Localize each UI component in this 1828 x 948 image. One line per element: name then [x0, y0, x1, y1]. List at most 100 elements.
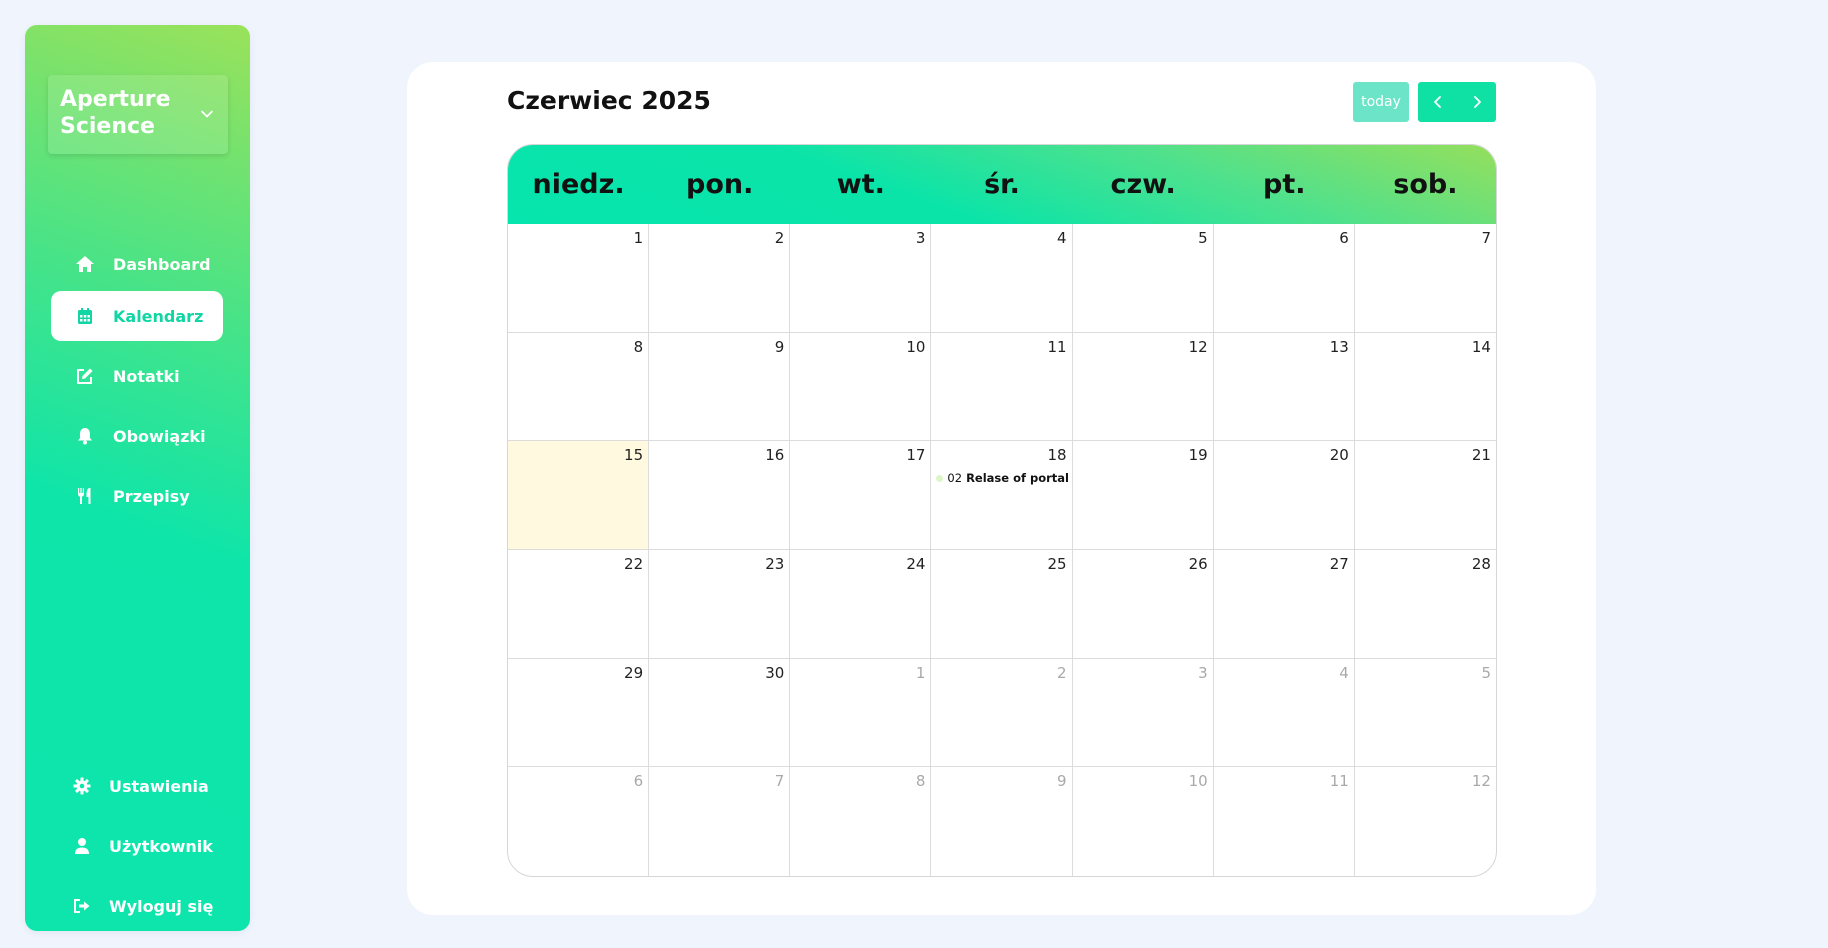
calendar-day-cell[interactable]: 18 02Relase of portal 3 [931, 441, 1073, 550]
sidebar-item-przepisy[interactable]: Przepisy [51, 471, 223, 521]
sidebar-item-dashboard[interactable]: Dashboard [51, 239, 223, 289]
day-number: 17 [906, 446, 926, 465]
calendar-day-cell[interactable]: 27 [1213, 549, 1355, 659]
calendar-day-cell[interactable]: 15 [508, 441, 650, 550]
day-number: 19 [1188, 446, 1208, 465]
day-number: 14 [1471, 337, 1491, 356]
day-number: 8 [633, 337, 644, 356]
calendar-day-cell[interactable]: 5 [1354, 659, 1496, 768]
calendar-day-cell[interactable]: 10 [790, 332, 932, 442]
calendar-day-cell[interactable]: 19 [1072, 441, 1214, 550]
calendar-day-cell[interactable]: 11 [1214, 767, 1355, 876]
calendar-day-cell[interactable]: 7 [649, 767, 791, 876]
event-title: Relase of portal 3 [966, 471, 1069, 486]
day-number: 27 [1329, 554, 1349, 573]
calendar-card: Czerwiec 2025 today niedz. pon. wt. śr. … [407, 62, 1596, 915]
day-number: 16 [765, 446, 785, 465]
calendar-day-cell[interactable]: 30 [649, 658, 791, 768]
sidebar-item-uzytkownik[interactable]: Użytkownik [51, 821, 223, 871]
day-number: 28 [1471, 554, 1491, 573]
day-number: 20 [1329, 446, 1349, 465]
calendar-day-cell[interactable]: 20 [1213, 441, 1355, 550]
calendar-day-cell[interactable]: 11 [931, 332, 1073, 442]
day-number: 22 [624, 554, 644, 573]
calendar-event[interactable]: 02Relase of portal 3 [936, 471, 1069, 486]
calendar-day-cell[interactable]: 28 [1354, 550, 1496, 659]
sidebar-item-ustawienia[interactable]: Ustawienia [51, 761, 223, 811]
calendar-day-cell[interactable]: 3 [790, 224, 932, 333]
calendar-day-cell[interactable]: 22 [508, 549, 650, 659]
day-number: 6 [1339, 229, 1349, 247]
calendar-day-cell[interactable]: 16 [649, 441, 791, 550]
day-number: 26 [1188, 554, 1208, 573]
calendar-icon [75, 306, 95, 326]
day-number: 8 [915, 772, 926, 791]
calendar-day-cell[interactable]: 29 [508, 658, 650, 768]
sidebar-item-notatki[interactable]: Notatki [51, 351, 223, 401]
day-number: 11 [1329, 772, 1349, 791]
utensils-icon [75, 486, 95, 506]
calendar-day-cell[interactable]: 24 [790, 549, 932, 659]
calendar-day-cell[interactable]: 12 [1072, 332, 1214, 442]
event-dot-icon [936, 474, 944, 482]
chevron-left-icon [1433, 96, 1441, 108]
day-number: 7 [774, 772, 785, 791]
calendar-day-cell[interactable]: 26 [1072, 549, 1214, 659]
day-number: 15 [624, 446, 644, 465]
calendar-day-cell[interactable]: 8 [508, 332, 650, 442]
weekday-label: wt. [836, 169, 885, 200]
calendar-day-cell[interactable]: 3 [1072, 658, 1214, 768]
day-number: 4 [1057, 229, 1067, 247]
day-number: 5 [1198, 229, 1208, 247]
sidebar-item-label: Ustawienia [109, 776, 209, 796]
organization-selector[interactable]: Aperture Science [48, 75, 228, 154]
calendar-day-cell[interactable]: 12 [1355, 767, 1496, 876]
calendar-day-cell[interactable]: 1 [790, 658, 932, 768]
day-number: 9 [774, 337, 785, 356]
calendar-day-cell[interactable]: 4 [931, 224, 1073, 333]
next-month-button[interactable] [1457, 82, 1496, 122]
calendar-day-cell[interactable]: 9 [931, 767, 1073, 876]
calendar-day-cell[interactable]: 25 [931, 549, 1073, 659]
chevron-down-icon [201, 110, 213, 118]
sidebar-item-label: Notatki [113, 366, 180, 386]
calendar-day-cell[interactable]: 13 [1213, 332, 1355, 442]
day-number: 1 [915, 663, 926, 682]
calendar-day-cell[interactable]: 2 [649, 224, 791, 333]
calendar-day-cell[interactable]: 8 [790, 767, 932, 876]
today-button[interactable]: today [1353, 82, 1409, 122]
day-number: 9 [1057, 772, 1067, 791]
calendar-day-cell[interactable]: 9 [649, 332, 791, 442]
calendar-day-cell[interactable]: 6 [1213, 224, 1355, 333]
calendar-day-cell[interactable]: 4 [1213, 658, 1355, 768]
calendar-day-cell[interactable]: 1 [508, 224, 650, 333]
calendar-day-cell[interactable]: 2 [931, 658, 1073, 768]
calendar-day-cell[interactable]: 17 [790, 441, 932, 550]
day-number: 18 [1047, 446, 1067, 465]
calendar-day-cell[interactable]: 23 [649, 549, 791, 659]
chevron-right-icon [1473, 96, 1481, 108]
calendar-day-cell[interactable]: 14 [1354, 333, 1496, 442]
day-number: 11 [1047, 337, 1067, 356]
weekday-label: sob. [1393, 169, 1458, 200]
sidebar-item-wyloguj[interactable]: Wyloguj się [51, 881, 223, 931]
sidebar-item-label: Użytkownik [109, 836, 213, 856]
sidebar-item-obowiazki[interactable]: Obowiązki [51, 411, 223, 461]
day-number: 5 [1481, 663, 1491, 682]
sidebar-item-kalendarz[interactable]: Kalendarz [51, 291, 223, 341]
day-number: 2 [774, 229, 785, 247]
calendar-day-cell[interactable]: 7 [1354, 224, 1496, 333]
prev-month-button[interactable] [1418, 82, 1457, 122]
day-number: 30 [765, 663, 785, 682]
weekday-label: niedz. [532, 169, 625, 200]
calendar-day-cell[interactable]: 21 [1354, 441, 1496, 550]
day-number: 12 [1188, 337, 1208, 356]
user-icon [72, 836, 92, 856]
calendar-day-cell[interactable]: 5 [1072, 224, 1214, 333]
day-number: 4 [1339, 663, 1349, 682]
sidebar-item-label: Przepisy [113, 486, 190, 506]
bell-icon [75, 426, 95, 446]
organization-name: Aperture Science [60, 87, 171, 139]
calendar-day-cell[interactable]: 6 [508, 767, 650, 876]
calendar-day-cell[interactable]: 10 [1073, 767, 1214, 876]
